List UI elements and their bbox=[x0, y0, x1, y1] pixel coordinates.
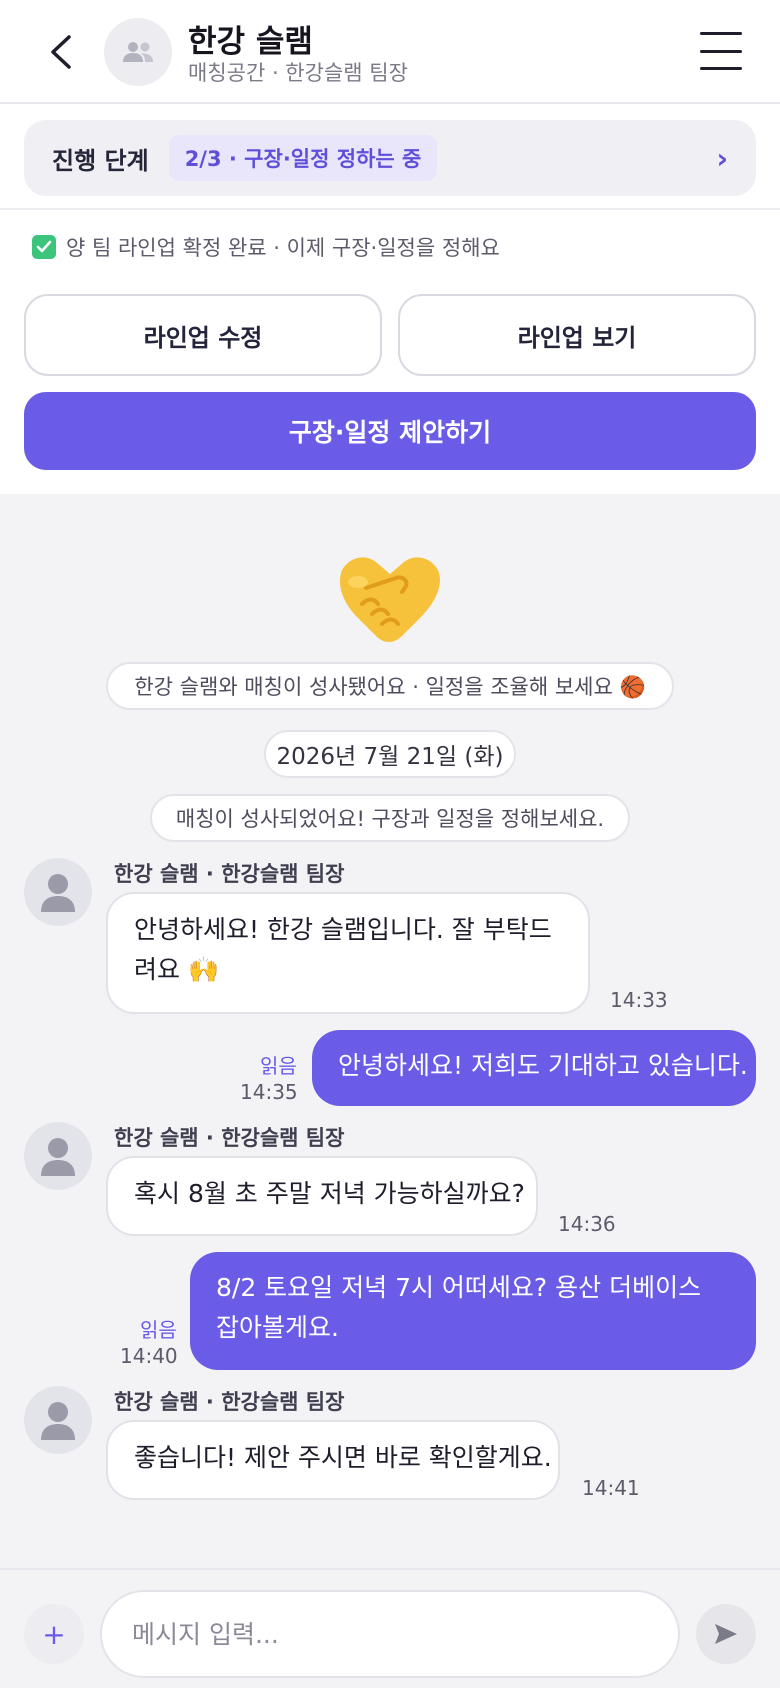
attach-button[interactable]: + bbox=[24, 1604, 84, 1664]
message-bubble-incoming[interactable]: 좋습니다! 제안 주시면 바로 확인할게요. bbox=[106, 1420, 560, 1500]
user-icon bbox=[41, 1138, 75, 1176]
date-divider: 2026년 7월 21일 (화) bbox=[264, 730, 516, 778]
message-time: 14:35 bbox=[240, 1080, 298, 1104]
user-icon bbox=[41, 1402, 75, 1440]
handshake-icon bbox=[339, 557, 440, 642]
read-status: 읽음 bbox=[140, 1318, 177, 1342]
match-system-message: 한강 슬램와 매칭이 성사됐어요 · 일정을 조율해 보세요 🏀 bbox=[106, 662, 674, 710]
chevron-left-icon bbox=[51, 35, 71, 69]
read-status: 읽음 bbox=[260, 1054, 297, 1078]
message-bubble-outgoing[interactable]: 안녕하세요! 저희도 기대하고 있습니다. bbox=[312, 1030, 756, 1106]
view-lineup-button[interactable]: 라인업 보기 bbox=[398, 294, 756, 376]
menu-button[interactable] bbox=[700, 32, 742, 70]
message-input[interactable] bbox=[100, 1590, 680, 1678]
user-icon bbox=[41, 874, 75, 912]
progress-step-badge: 2/3 · 구장·일정 정하는 중 bbox=[168, 135, 438, 181]
match-notice: 매칭이 성사되었어요! 구장과 일정을 정해보세요. bbox=[150, 794, 630, 842]
group-icon bbox=[123, 42, 153, 62]
check-icon bbox=[32, 235, 56, 259]
propose-schedule-button[interactable]: 구장·일정 제안하기 bbox=[24, 392, 756, 470]
avatar[interactable] bbox=[24, 1122, 92, 1190]
message-bubble-incoming[interactable]: 혹시 8월 초 주말 저녁 가능하실까요? bbox=[106, 1156, 538, 1236]
message-sender: 한강 슬램 · 한강슬램 팀장 bbox=[114, 1126, 345, 1150]
divider bbox=[0, 208, 780, 210]
progress-banner[interactable]: 진행 단계 2/3 · 구장·일정 정하는 중 › bbox=[24, 120, 756, 196]
message-sender: 한강 슬램 · 한강슬램 팀장 bbox=[114, 1390, 345, 1414]
edit-lineup-button[interactable]: 라인업 수정 bbox=[24, 294, 382, 376]
avatar[interactable] bbox=[24, 858, 92, 926]
send-button[interactable] bbox=[696, 1604, 756, 1664]
message-bubble-incoming[interactable]: 안녕하세요! 한강 슬램입니다. 잘 부탁드려요 🙌 bbox=[106, 892, 590, 1014]
message-time: 14:41 bbox=[582, 1476, 640, 1500]
chevron-right-icon: › bbox=[716, 141, 728, 175]
chat-header: 한강 슬램 매칭공간 · 한강슬램 팀장 bbox=[0, 0, 780, 104]
message-time: 14:36 bbox=[558, 1212, 616, 1236]
message-time: 14:33 bbox=[610, 988, 668, 1012]
send-icon bbox=[715, 1624, 737, 1644]
match-status-panel: 진행 단계 2/3 · 구장·일정 정하는 중 › 양 팀 라인업 확정 완료 … bbox=[0, 104, 780, 494]
avatar[interactable] bbox=[24, 1386, 92, 1454]
message-sender: 한강 슬램 · 한강슬램 팀장 bbox=[114, 862, 345, 886]
message-time: 14:40 bbox=[120, 1344, 178, 1368]
status-notice: 양 팀 라인업 확정 완료 · 이제 구장·일정을 정해요 bbox=[32, 232, 500, 262]
chat-subtitle: 매칭공간 · 한강슬램 팀장 bbox=[188, 61, 408, 85]
message-composer: + bbox=[0, 1568, 780, 1688]
message-bubble-outgoing[interactable]: 8/2 토요일 저녁 7시 어떠세요? 용산 더베이스 잡아볼게요. bbox=[190, 1252, 756, 1370]
notice-text: 양 팀 라인업 확정 완료 · 이제 구장·일정을 정해요 bbox=[66, 236, 500, 260]
chat-title: 한강 슬램 bbox=[188, 24, 313, 60]
progress-label: 진행 단계 bbox=[52, 146, 149, 175]
team-avatar[interactable] bbox=[104, 18, 172, 86]
back-button[interactable] bbox=[40, 30, 80, 74]
menu-icon bbox=[700, 32, 742, 35]
